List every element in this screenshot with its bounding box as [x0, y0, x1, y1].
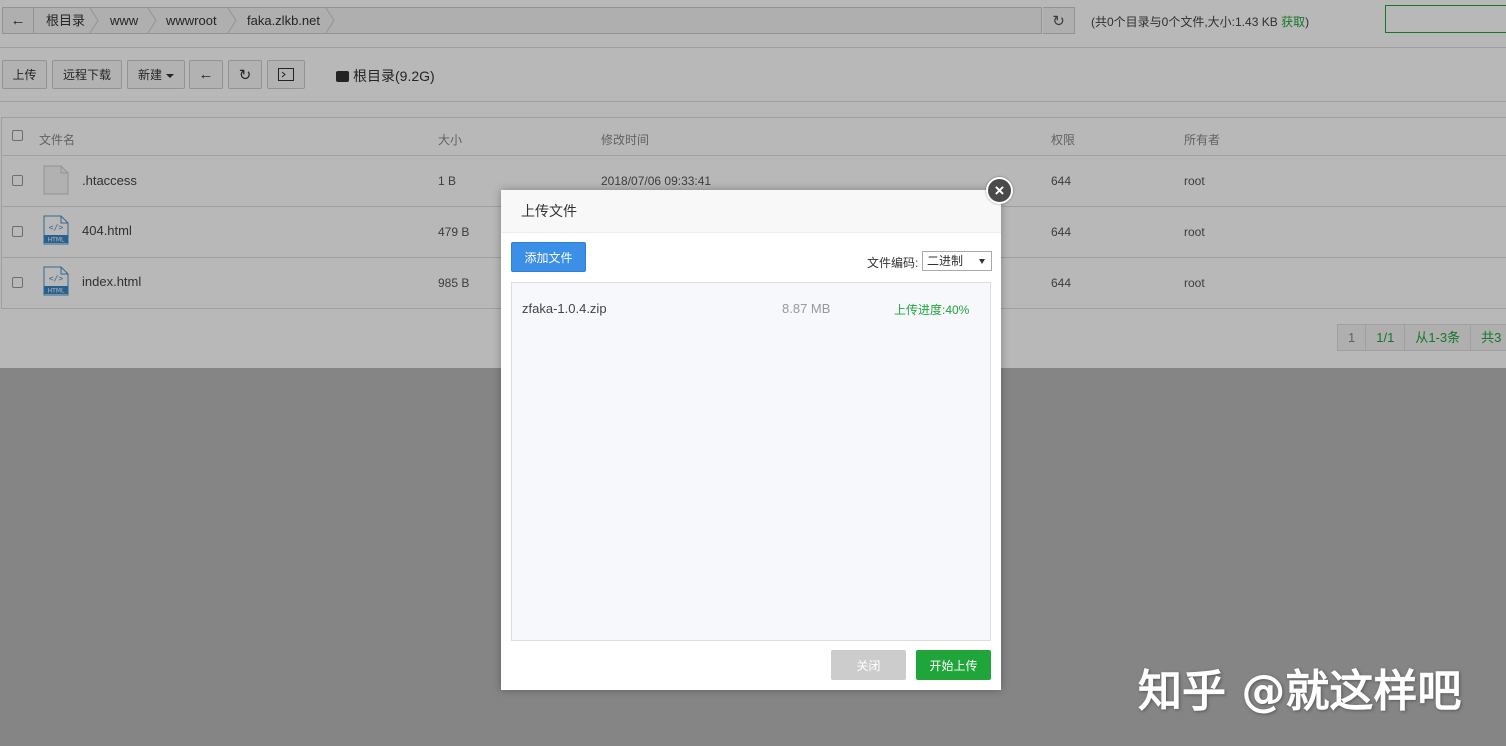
upload-dialog: 上传文件 × 添加文件 文件编码: 二进制 zfaka-1.0.4.zip 8.…	[501, 177, 1013, 690]
upload-file-list: zfaka-1.0.4.zip 8.87 MB 上传进度:40%	[511, 282, 991, 641]
close-icon[interactable]: ×	[986, 177, 1013, 204]
close-button[interactable]: 关闭	[831, 650, 906, 680]
upload-progress: 上传进度:40%	[894, 303, 970, 317]
upload-file-size: 8.87 MB	[782, 301, 831, 316]
encoding-select-value: 二进制	[927, 254, 964, 268]
dialog-title: 上传文件	[501, 190, 1001, 233]
start-upload-button[interactable]: 开始上传	[916, 650, 991, 680]
encoding-label: 文件编码:	[867, 256, 919, 270]
watermark: 知乎 @就这样吧	[1138, 666, 1462, 717]
upload-file-name: zfaka-1.0.4.zip	[522, 301, 607, 316]
add-file-button[interactable]: 添加文件	[511, 242, 586, 272]
chevron-down-icon	[979, 259, 985, 264]
encoding-select[interactable]: 二进制	[922, 251, 992, 271]
